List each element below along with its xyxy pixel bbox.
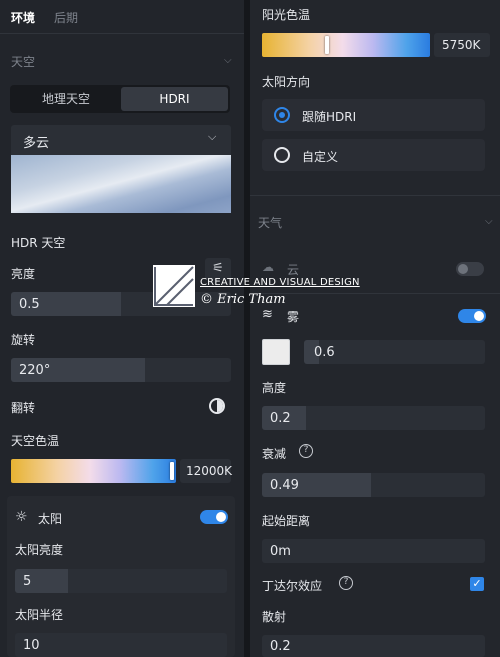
sun-icon: ☼ — [15, 509, 28, 525]
sky-color-temp-handle[interactable] — [170, 462, 174, 480]
sun-radius-slider[interactable] — [15, 633, 227, 657]
fog-color-swatch[interactable] — [262, 339, 290, 365]
start-distance-label: 起始距离 — [262, 514, 311, 528]
radio-custom[interactable] — [262, 139, 485, 171]
cloud-icon: ☁ — [262, 260, 274, 274]
sun-color-temp-handle[interactable] — [325, 36, 329, 54]
sky-collapse-chevron-icon[interactable]: ⌵ — [224, 55, 232, 66]
radio-custom-label: 自定义 — [302, 150, 339, 164]
sky-color-temp-label: 天空色温 — [11, 434, 60, 448]
attenuation-label: 衰减 — [262, 447, 287, 461]
start-distance-field[interactable] — [262, 539, 485, 563]
tab-environment[interactable]: 环境 — [11, 9, 35, 26]
fog-icon: ≋ — [262, 307, 273, 322]
fog-density-value: 0.6 — [314, 345, 335, 360]
scatter-value: 0.2 — [270, 639, 291, 654]
radio-custom-indicator[interactable] — [274, 147, 290, 163]
sun-radius-value: 10 — [23, 638, 40, 653]
sun-color-temp-label: 阳光色温 — [262, 8, 311, 22]
dropdown-chevron-icon[interactable]: ⌵ — [208, 130, 216, 144]
sky-color-temp-slider[interactable] — [11, 459, 176, 483]
fog-label: 雾 — [287, 310, 300, 324]
sun-title: 太阳 — [38, 512, 63, 526]
tyndall-help-icon[interactable]: ? — [339, 576, 353, 590]
rotation-value: 220° — [19, 363, 51, 378]
sun-color-temp-value: 5750K — [442, 38, 481, 52]
tyndall-checkbox[interactable]: ✓ — [470, 577, 484, 591]
sky-section-title: 天空 — [11, 55, 36, 69]
tab-post[interactable]: 后期 — [54, 9, 78, 26]
weather-collapse-chevron-icon[interactable]: ⌵ — [485, 216, 493, 227]
flip-toggle-icon[interactable] — [209, 398, 225, 414]
cloud-toggle[interactable] — [456, 262, 484, 276]
radio-follow-hdri[interactable] — [262, 99, 485, 131]
weather-section-title: 天气 — [258, 216, 283, 230]
watermark-logo — [153, 265, 195, 307]
sun-brightness-value: 5 — [23, 574, 32, 589]
sun-toggle[interactable] — [200, 510, 228, 524]
attenuation-help-icon[interactable]: ? — [299, 444, 313, 458]
height-label: 高度 — [262, 381, 287, 395]
watermark-line1: CREATIVE AND VISUAL DESIGN — [200, 277, 360, 288]
watermark-line2: © Eric Tham — [200, 292, 286, 307]
attenuation-value: 0.49 — [270, 478, 299, 493]
brightness-label: 亮度 — [11, 267, 36, 281]
hdri-dropdown-value: 多云 — [23, 136, 50, 151]
tab-divider — [0, 33, 244, 34]
flip-label: 翻转 — [11, 401, 36, 415]
sun-direction-label: 太阳方向 — [262, 75, 311, 89]
sun-weather-divider — [250, 195, 500, 196]
sun-brightness-label: 太阳亮度 — [15, 543, 64, 557]
radio-follow-hdri-indicator[interactable] — [274, 107, 290, 123]
brightness-value: 0.5 — [19, 297, 40, 312]
scatter-slider[interactable] — [262, 635, 485, 657]
start-distance-value: 0m — [270, 544, 291, 559]
sun-radius-label: 太阳半径 — [15, 608, 64, 622]
hdr-sky-title: HDR 天空 — [11, 236, 66, 250]
fog-toggle[interactable] — [458, 309, 486, 323]
rotation-label: 旋转 — [11, 333, 36, 347]
height-value: 0.2 — [270, 411, 291, 426]
segment-hdri[interactable]: HDRI — [121, 87, 228, 111]
segment-geo-sky[interactable]: 地理天空 — [12, 87, 120, 111]
cloud-label: 云 — [287, 263, 300, 277]
radio-follow-hdri-label: 跟随HDRI — [302, 110, 357, 124]
scatter-label: 散射 — [262, 610, 287, 624]
hdri-preview-image — [11, 155, 231, 213]
tyndall-label: 丁达尔效应 — [262, 579, 323, 593]
sun-color-temp-slider[interactable] — [262, 33, 430, 57]
sky-color-temp-value: 12000K — [186, 464, 233, 478]
cloud-fog-divider — [250, 293, 500, 294]
